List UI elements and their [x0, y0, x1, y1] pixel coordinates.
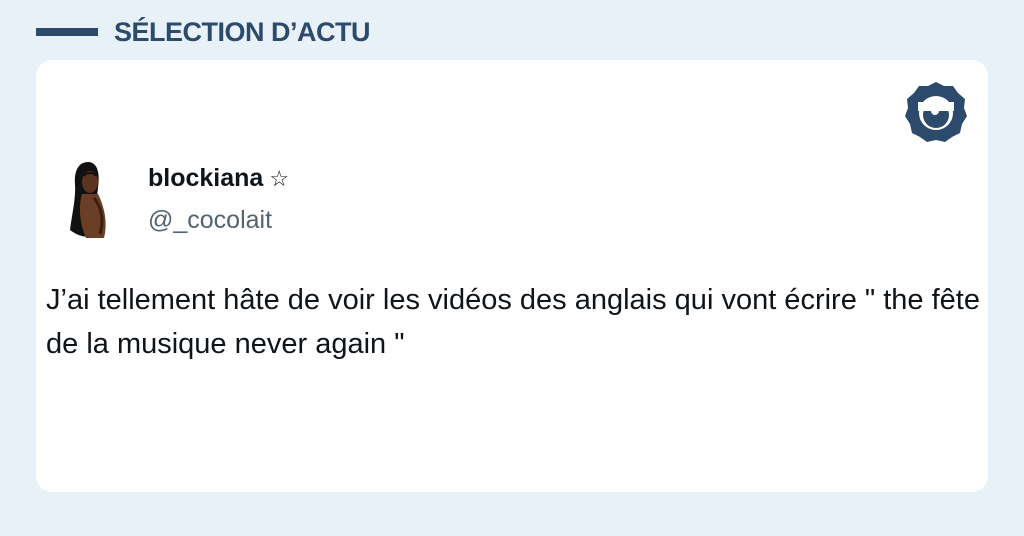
eye-badge-icon — [905, 82, 967, 142]
user-avatar[interactable] — [58, 158, 122, 246]
user-handle[interactable]: @_cocolait — [148, 206, 272, 235]
user-name-row[interactable]: blockiana ☆ — [148, 164, 289, 193]
section-header: SÉLECTION D’ACTU — [36, 14, 371, 50]
user-display-name[interactable]: blockiana — [148, 164, 263, 193]
tweet-text: J’ai tellement hâte de voir les vidéos d… — [46, 284, 980, 360]
section-accent-bar — [36, 28, 98, 36]
section-title: SÉLECTION D’ACTU — [114, 16, 371, 47]
tweet-card: blockiana ☆ @_cocolait J’ai tellement hâ… — [36, 60, 988, 492]
star-icon: ☆ — [269, 165, 290, 191]
